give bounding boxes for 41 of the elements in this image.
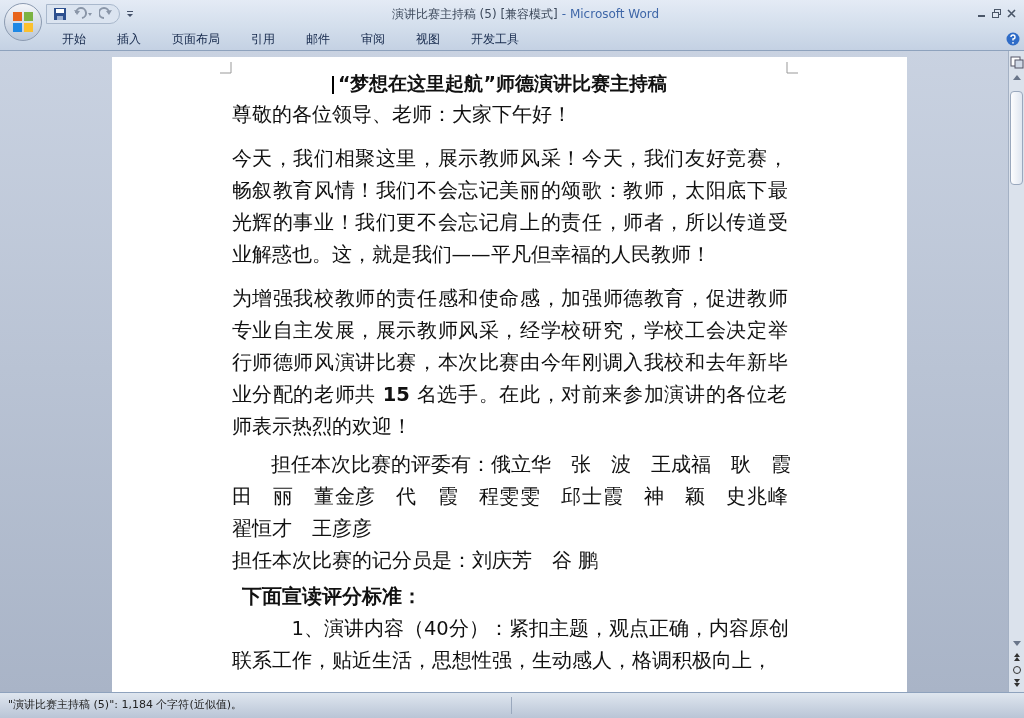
paragraph-text: 下面宣读评分标准： [241, 585, 422, 608]
paragraph-text: 担任本次比赛的记分员是：刘庆芳 谷 鹏 [231, 549, 598, 572]
paragraph-text: 1、演讲内容（40分）：紧扣主题，观点正确，内容原创 [291, 617, 789, 640]
ribbon-tab[interactable]: 开始 [52, 27, 96, 50]
scroll-thumb[interactable] [1010, 91, 1023, 185]
save-icon[interactable] [53, 6, 67, 21]
restore-icon[interactable] [992, 9, 1001, 18]
ribbon-tab[interactable]: 视图 [406, 27, 450, 50]
previous-page-icon[interactable] [1011, 652, 1022, 662]
crop-mark-icon [219, 62, 232, 74]
crop-mark-icon [785, 62, 798, 74]
vertical-scrollbar[interactable] [1008, 51, 1024, 692]
ruler-toggle-icon[interactable] [1009, 55, 1024, 69]
document-title: “梦想在这里起航”师德演讲比赛主持稿 [338, 72, 667, 94]
paragraph-text: 尊敬的各位领导、老师：大家下午好！ [231, 103, 572, 126]
ribbon-tab[interactable]: 引用 [241, 27, 285, 50]
ribbon-tab[interactable]: 审阅 [351, 27, 395, 50]
ribbon-tab[interactable]: 页面布局 [162, 27, 230, 50]
office-button[interactable] [4, 3, 42, 41]
close-icon[interactable] [1007, 9, 1016, 18]
undo-icon[interactable] [73, 6, 93, 21]
paragraph-text: 翟恒才 王彦彦 [231, 517, 372, 540]
redo-icon[interactable] [99, 6, 113, 21]
help-icon[interactable] [1006, 31, 1020, 46]
app-name: - Microsoft Word [561, 5, 660, 23]
ribbon-tab[interactable]: 插入 [107, 27, 151, 50]
paragraph-text: 联系工作，贴近生活，思想性强，生动感人，格调积极向上， [231, 649, 772, 672]
scroll-up-icon[interactable] [1011, 73, 1022, 81]
customize-toolbar-icon[interactable] [126, 9, 134, 18]
status-text: "演讲比赛主持稿 (5)": 1,184 个字符(近似值)。 [0, 697, 512, 714]
paragraph-text: 今天，我们相聚这里，展示教师风采！今天，我们友好竞赛，畅叙教育风情！我们不会忘记美丽的颂歌：教师，太阳底下最光辉的事业！我们更不会忘记肩上的责任，师者，所以传道受业解惑也。这，就是我们——平凡但幸福的人民教师！ [231, 147, 788, 266]
scroll-down-icon[interactable] [1011, 640, 1022, 648]
ribbon-tab[interactable]: 开发工具 [461, 27, 529, 50]
next-page-icon[interactable] [1011, 678, 1022, 688]
window-title: 演讲比赛主持稿 (5) [兼容模式] [391, 5, 558, 23]
office-logo-icon [12, 11, 34, 33]
paragraph-text: 为增强我校教师的责任感和使命感，加强师德教育，促进教师专业自主发展，展示教师风采，经学校研究，学校工会决定举行师德师风演讲比赛，本次比赛由今年刚调入我校和去年新毕业分配的老师共 15 名选手。在此，对前来参加演讲的各位老师表示热烈的欢迎！ [231, 287, 788, 438]
paragraph-text: 田 丽 董金彦 代 霞 程雯雯 邱士霞 神 颖 史兆峰 [231, 484, 788, 510]
browse-object-icon[interactable] [1011, 665, 1022, 675]
paragraph-text: 担任本次比赛的评委有：俄立华 张 波 王成福 耿 霞 [270, 452, 788, 478]
ribbon-tab[interactable]: 邮件 [296, 27, 340, 50]
